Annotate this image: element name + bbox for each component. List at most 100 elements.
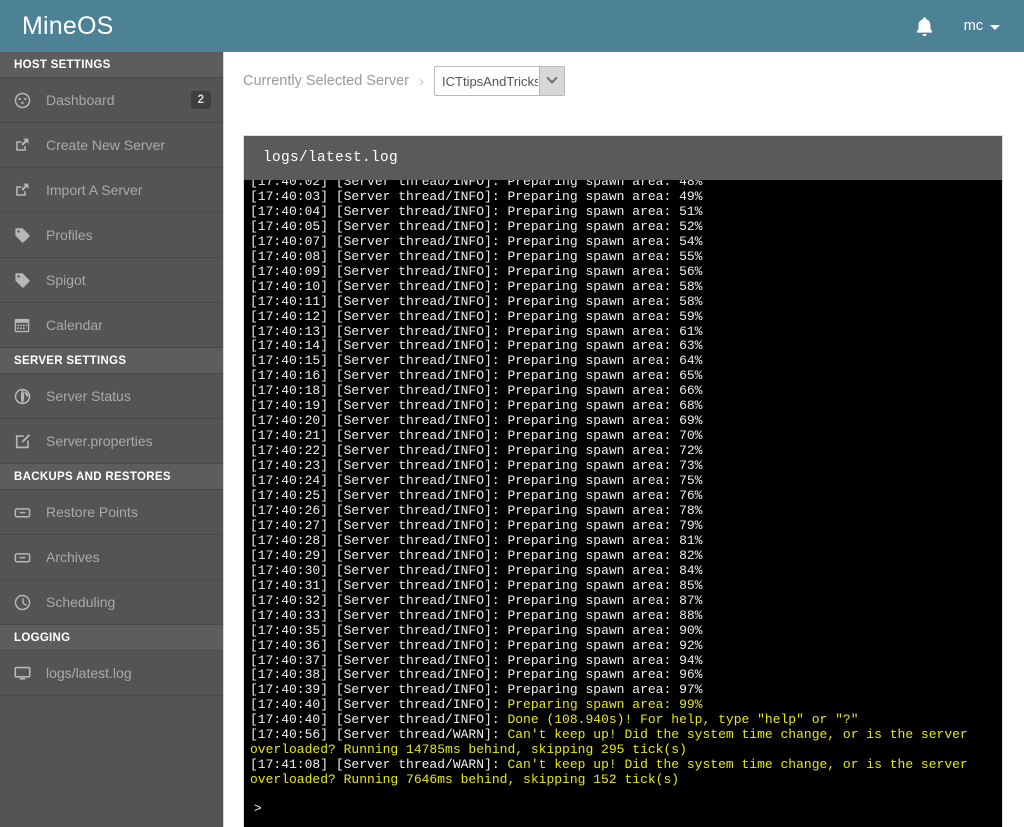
sidebar-item-logs-latest-log[interactable]: logs/latest.log xyxy=(0,651,223,696)
console-log-line: [17:40:28] [Server thread/INFO]: Prepari… xyxy=(250,532,1002,549)
log-line-message: Preparing spawn area: 58% xyxy=(507,293,703,309)
sidebar-section-header: SERVER SETTINGS xyxy=(0,348,223,374)
console-title-bar: logs/latest.log xyxy=(244,136,1002,180)
log-line-prefix: [17:40:37] [Server thread/INFO]: xyxy=(250,652,508,668)
console-log-line: [17:40:20] [Server thread/INFO]: Prepari… xyxy=(250,413,1002,429)
log-line-message: Preparing spawn area: 96% xyxy=(507,667,703,683)
sidebar-item-label: Import A Server xyxy=(46,182,143,198)
log-line-prefix: [17:40:28] [Server thread/INFO]: xyxy=(250,532,508,548)
archive-icon xyxy=(14,549,36,566)
sidebar-item-scheduling[interactable]: Scheduling xyxy=(0,580,223,625)
console-log-line: [17:40:03] [Server thread/INFO]: Prepari… xyxy=(250,188,1002,205)
sidebar-item-calendar[interactable]: Calendar xyxy=(0,303,223,348)
log-line-prefix: [17:40:40] [Server thread/INFO]: xyxy=(250,712,508,728)
sidebar-item-archives[interactable]: Archives xyxy=(0,535,223,580)
log-line-prefix: [17:40:10] [Server thread/INFO]: xyxy=(250,278,508,294)
log-line-message: Preparing spawn area: 64% xyxy=(507,353,703,369)
log-line-message: Preparing spawn area: 73% xyxy=(507,458,703,474)
sidebar-item-server-properties[interactable]: Server.properties xyxy=(0,419,223,464)
sidebar-item-restore-points[interactable]: Restore Points xyxy=(0,490,223,535)
log-line-message: Preparing spawn area: 94% xyxy=(507,652,703,668)
log-line-prefix: [17:40:35] [Server thread/INFO]: xyxy=(250,622,508,638)
sidebar-item-server-status[interactable]: Server Status xyxy=(0,374,223,419)
log-line-message: Preparing spawn area: 56% xyxy=(507,263,703,279)
sidebar-item-label: Create New Server xyxy=(46,137,166,153)
console-log-output[interactable]: [17:40:02] [Server thread/INFO]: Prepari… xyxy=(244,180,1002,788)
sidebar-item-import-a-server[interactable]: Import A Server xyxy=(0,168,223,213)
server-select-wrapper: ICTtipsAndTricksMC xyxy=(434,66,566,96)
log-line-message: Preparing spawn area: 49% xyxy=(507,188,703,204)
console-log-line: [17:40:30] [Server thread/INFO]: Prepari… xyxy=(250,563,1002,579)
log-line-message: Preparing spawn area: 72% xyxy=(507,443,703,459)
prompt-symbol-icon: > xyxy=(254,800,262,816)
log-line-prefix: [17:41:08] [Server thread/WARN]: xyxy=(250,757,508,773)
log-line-message: Preparing spawn area: 55% xyxy=(507,248,703,264)
tag-icon xyxy=(14,272,36,289)
console-log-line: [17:40:15] [Server thread/INFO]: Prepari… xyxy=(250,353,1002,369)
log-line-message: Preparing spawn area: 59% xyxy=(507,308,703,324)
sidebar-filler xyxy=(0,696,223,827)
user-menu[interactable]: mc xyxy=(948,0,1010,52)
console-log-line: [17:40:05] [Server thread/INFO]: Prepari… xyxy=(250,218,1002,235)
console-log-line: [17:40:14] [Server thread/INFO]: Prepari… xyxy=(250,339,1002,354)
sidebar-section-header: BACKUPS AND RESTORES xyxy=(0,464,223,490)
log-line-prefix: [17:40:18] [Server thread/INFO]: xyxy=(250,383,508,399)
console-log-line: [17:40:04] [Server thread/INFO]: Prepari… xyxy=(250,203,1002,220)
sidebar-item-label: Restore Points xyxy=(46,504,138,520)
console-log-line: [17:40:13] [Server thread/INFO]: Prepari… xyxy=(250,324,1002,340)
log-line-message: Preparing spawn area: 79% xyxy=(507,517,703,533)
console-card: logs/latest.log [17:40:02] [Server threa… xyxy=(243,135,1003,827)
log-line-prefix: [17:40:07] [Server thread/INFO]: xyxy=(250,233,508,249)
calendar-icon xyxy=(14,317,36,333)
log-line-prefix: [17:40:02] [Server thread/INFO]: xyxy=(250,180,508,189)
log-line-message: Preparing spawn area: 97% xyxy=(507,682,703,698)
console-log-line: [17:40:25] [Server thread/INFO]: Prepari… xyxy=(250,488,1002,504)
globe-icon xyxy=(14,388,36,405)
log-line-message: Preparing spawn area: 70% xyxy=(507,428,703,444)
log-line-prefix: [17:40:23] [Server thread/INFO]: xyxy=(250,458,508,474)
external-link-icon xyxy=(14,182,36,198)
log-line-message: Preparing spawn area: 65% xyxy=(507,368,703,384)
archive-icon xyxy=(14,504,36,521)
console-log-line: [17:40:23] [Server thread/INFO]: Prepari… xyxy=(250,458,1002,474)
sidebar-item-create-new-server[interactable]: Create New Server xyxy=(0,123,223,168)
log-line-prefix: [17:40:05] [Server thread/INFO]: xyxy=(250,218,508,234)
console-log-line: [17:40:16] [Server thread/INFO]: Prepari… xyxy=(250,368,1002,384)
log-line-prefix: [17:40:04] [Server thread/INFO]: xyxy=(250,203,508,219)
clock-icon xyxy=(14,594,36,611)
log-line-message: Preparing spawn area: 92% xyxy=(507,637,703,653)
brand-logo[interactable]: MineOS xyxy=(0,0,114,52)
log-line-prefix: [17:40:24] [Server thread/INFO]: xyxy=(250,473,508,489)
log-line-message: Preparing spawn area: 52% xyxy=(507,218,703,234)
log-line-message: Preparing spawn area: 69% xyxy=(507,413,703,429)
chevron-down-icon xyxy=(990,24,1000,30)
console-log-line: [17:40:19] [Server thread/INFO]: Prepari… xyxy=(250,398,1002,414)
main-content: Currently Selected Server › ICTtipsAndTr… xyxy=(224,52,1024,827)
log-line-prefix: [17:40:40] [Server thread/INFO]: xyxy=(250,697,508,713)
console-log-line: [17:40:56] [Server thread/WARN]: Can't k… xyxy=(250,727,1002,758)
log-line-message: Preparing spawn area: 82% xyxy=(507,547,703,563)
console-log-line: [17:40:35] [Server thread/INFO]: Prepari… xyxy=(250,622,1002,639)
log-line-message: Preparing spawn area: 68% xyxy=(507,398,703,414)
sidebar-item-label: logs/latest.log xyxy=(46,665,132,681)
console-log-line: [17:41:08] [Server thread/WARN]: Can't k… xyxy=(250,757,1002,788)
sidebar-item-dashboard[interactable]: Dashboard 2 xyxy=(0,78,223,123)
sidebar-item-profiles[interactable]: Profiles xyxy=(0,213,223,258)
sidebar-item-label: Archives xyxy=(46,549,100,565)
server-select[interactable]: ICTtipsAndTricksMC xyxy=(434,66,566,96)
console-log-line: [17:40:33] [Server thread/INFO]: Prepari… xyxy=(250,608,1002,624)
log-line-prefix: [17:40:14] [Server thread/INFO]: xyxy=(250,338,508,354)
console-log-line: [17:40:24] [Server thread/INFO]: Prepari… xyxy=(250,473,1002,489)
console-log-line: [17:40:40] [Server thread/INFO]: Done (1… xyxy=(250,712,1002,728)
log-line-message: Preparing spawn area: 90% xyxy=(507,622,703,638)
log-line-prefix: [17:40:29] [Server thread/INFO]: xyxy=(250,547,508,563)
console-log-line: [17:40:31] [Server thread/INFO]: Prepari… xyxy=(250,578,1002,594)
log-line-prefix: [17:40:25] [Server thread/INFO]: xyxy=(250,488,508,504)
console-log-line: [17:40:38] [Server thread/INFO]: Prepari… xyxy=(250,667,1002,683)
console-shell: [17:40:02] [Server thread/INFO]: Prepari… xyxy=(244,180,1002,827)
notifications-button[interactable] xyxy=(902,0,948,52)
sidebar-item-spigot[interactable]: Spigot xyxy=(0,258,223,303)
log-line-message: Preparing spawn area: 78% xyxy=(507,502,703,518)
console-command-input[interactable] xyxy=(267,797,1002,819)
bell-icon xyxy=(915,16,934,37)
